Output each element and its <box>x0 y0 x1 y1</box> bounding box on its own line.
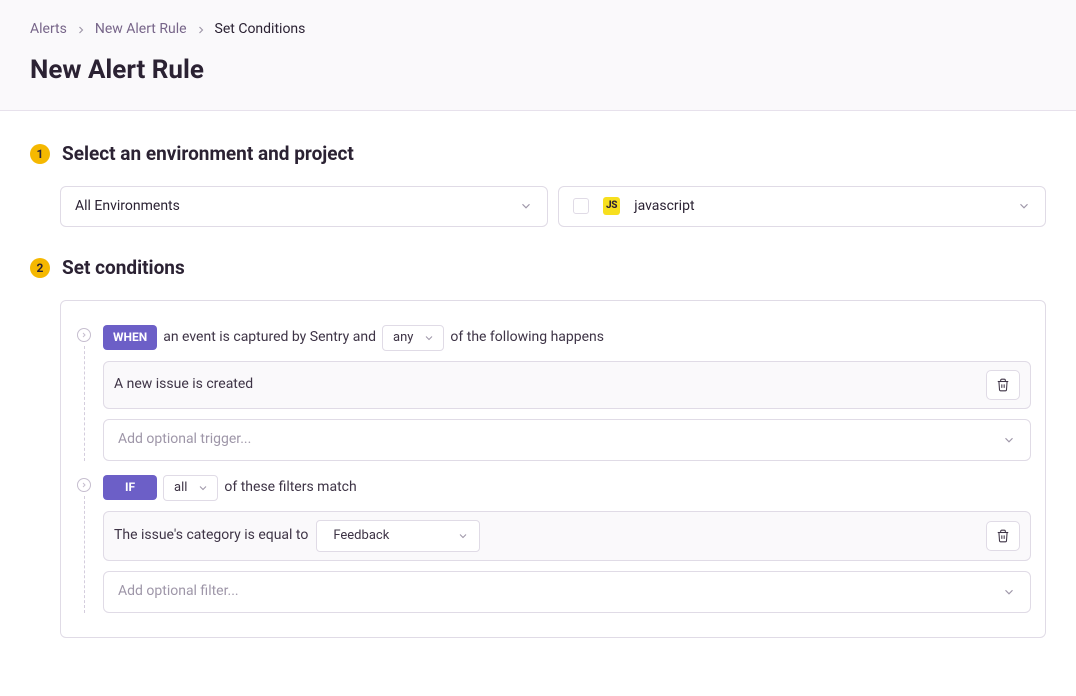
breadcrumb-alerts[interactable]: Alerts <box>30 20 67 40</box>
delete-when-rule-button[interactable] <box>986 370 1020 400</box>
when-text-before: an event is captured by Sentry and <box>163 328 376 348</box>
delete-if-rule-button[interactable] <box>986 521 1020 551</box>
breadcrumb-current: Set Conditions <box>215 20 306 40</box>
environment-project-row: All Environments JS javascript <box>30 186 1046 228</box>
chevron-down-icon <box>423 332 435 344</box>
section-heading: 2 Set conditions <box>30 255 1046 282</box>
project-value: javascript <box>634 197 694 217</box>
chevron-down-icon <box>519 199 533 213</box>
chevron-down-icon <box>1002 585 1016 599</box>
page-header: Alerts New Alert Rule Set Conditions New… <box>0 0 1076 111</box>
when-selector-value: any <box>393 329 413 347</box>
when-pill: WHEN <box>103 325 157 350</box>
chevron-right-icon <box>75 24 87 36</box>
platform-icon-placeholder <box>573 198 589 214</box>
breadcrumb: Alerts New Alert Rule Set Conditions <box>30 20 1046 40</box>
environment-select[interactable]: All Environments <box>60 186 548 228</box>
content-area: 1 Select an environment and project All … <box>0 111 1076 696</box>
chevron-right-icon <box>195 24 207 36</box>
when-any-all-select[interactable]: any <box>382 325 444 351</box>
if-selector-value: all <box>174 479 187 497</box>
if-rule-row: The issue's category is equal to Feedbac… <box>103 511 1031 561</box>
step-badge-1: 1 <box>30 144 50 164</box>
trash-icon <box>996 378 1010 392</box>
if-category-value: Feedback <box>333 527 389 545</box>
section-set-conditions: 2 Set conditions WHEN an event is captur… <box>30 255 1046 637</box>
if-text-after: of these filters match <box>224 478 356 498</box>
when-condition-line: WHEN an event is captured by Sentry and … <box>103 325 1031 351</box>
timeline-marker <box>75 478 93 613</box>
condition-when-block: WHEN an event is captured by Sentry and … <box>75 325 1031 475</box>
chevron-down-icon <box>197 482 209 494</box>
if-condition-line: IF all of these filters match <box>103 475 1031 501</box>
if-pill: IF <box>103 475 157 500</box>
step-badge-2: 2 <box>30 258 50 278</box>
if-category-select[interactable]: Feedback <box>316 520 480 552</box>
when-text-after: of the following happens <box>450 328 604 348</box>
section-title: Set conditions <box>62 255 185 282</box>
section-title: Select an environment and project <box>62 141 354 168</box>
trash-icon <box>996 529 1010 543</box>
timeline-line <box>84 346 85 461</box>
environment-value: All Environments <box>75 197 180 217</box>
add-filter-placeholder: Add optional filter... <box>118 582 239 602</box>
add-trigger-select[interactable]: Add optional trigger... <box>103 419 1031 461</box>
add-filter-select[interactable]: Add optional filter... <box>103 571 1031 613</box>
section-heading: 1 Select an environment and project <box>30 141 1046 168</box>
section-environment-project: 1 Select an environment and project All … <box>30 141 1046 227</box>
timeline-line <box>84 496 85 613</box>
platform-badge: JS <box>603 197 620 215</box>
chevron-right-circle-icon <box>77 478 91 492</box>
if-rule-prefix: The issue's category is equal to <box>114 526 308 546</box>
chevron-down-icon <box>457 530 469 542</box>
when-rule-text: A new issue is created <box>114 375 253 395</box>
breadcrumb-new-alert-rule[interactable]: New Alert Rule <box>95 20 187 40</box>
chevron-down-icon <box>1002 433 1016 447</box>
when-rule-row: A new issue is created <box>103 361 1031 409</box>
timeline-marker <box>75 328 93 461</box>
condition-if-block: IF all of these filters match The issue'… <box>75 475 1031 613</box>
conditions-panel: WHEN an event is captured by Sentry and … <box>60 300 1046 638</box>
chevron-down-icon <box>1017 199 1031 213</box>
chevron-right-circle-icon <box>77 328 91 342</box>
page-title: New Alert Rule <box>30 52 1046 88</box>
if-any-all-select[interactable]: all <box>163 475 218 501</box>
project-select[interactable]: JS javascript <box>558 186 1046 228</box>
add-trigger-placeholder: Add optional trigger... <box>118 430 251 450</box>
